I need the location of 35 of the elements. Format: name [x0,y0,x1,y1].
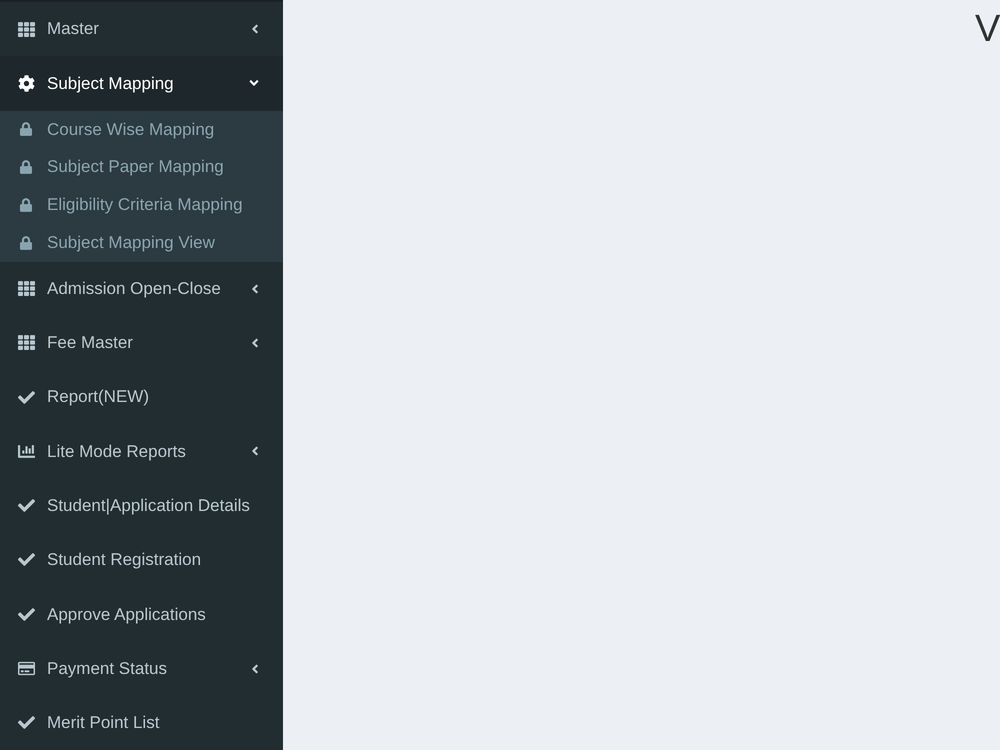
sidebar-item[interactable]: Admission Open-Close [0,262,283,316]
lock-icon [20,122,32,136]
credit-card-icon [18,660,34,678]
grid-icon [18,280,34,298]
check-icon [18,388,34,406]
check-icon [18,606,34,623]
chevron-left-icon [251,282,259,296]
sidebar-item[interactable]: Student Registration [0,532,283,588]
sidebar-item[interactable]: Lite Mode Reports [0,424,283,479]
sidebar-item[interactable]: Subject Mapping [0,56,283,111]
submenu-item[interactable]: Subject Mapping View [0,224,283,262]
grid-icon [18,20,34,38]
submenu-item[interactable]: Eligibility Criteria Mapping [0,186,283,224]
check-icon [18,551,34,568]
bar-chart-icon [18,442,34,460]
chevron-left-icon [251,336,259,350]
grid-icon [18,334,34,352]
sidebar-item[interactable]: Report(NEW) [0,370,283,424]
sidebar-item[interactable]: Payment Status [0,641,283,696]
sidebar-item[interactable]: Master [0,2,283,56]
lock-icon [20,236,32,250]
gear-icon [18,74,34,92]
sidebar-item[interactable]: Student|Application Details [0,478,283,533]
lock-icon [20,198,32,212]
sidebar-item[interactable]: Merit Point List [0,696,283,750]
chevron-left-icon [251,662,259,676]
submenu-item[interactable]: Course Wise Mapping [0,110,283,148]
lock-icon [20,160,32,174]
chevron-left-icon [251,444,259,458]
check-icon [18,497,34,514]
chevron-left-icon [251,22,259,36]
check-icon [18,714,34,732]
submenu-item[interactable]: Subject Paper Mapping [0,148,283,186]
sidebar-item[interactable]: Approve Applications [0,587,283,642]
sidebar-item[interactable]: Fee Master [0,316,283,370]
